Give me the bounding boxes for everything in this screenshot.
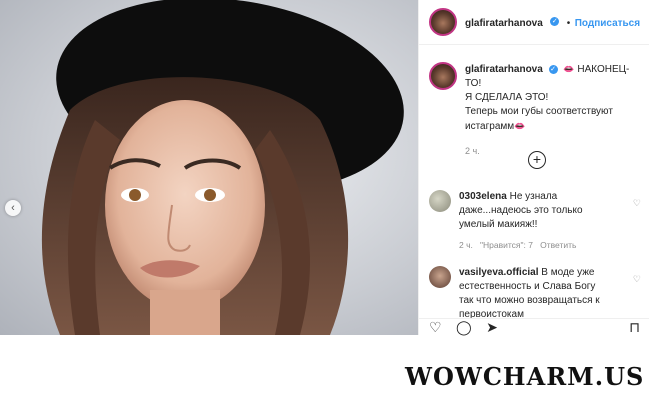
- comment-username[interactable]: vasilyeva.official: [459, 267, 539, 278]
- comment-like-icon[interactable]: ♡: [633, 274, 641, 285]
- comment-item: 0303elena Не узнала даже...надеюсь это т…: [429, 190, 641, 252]
- caption-username[interactable]: glafiratarhanova: [465, 64, 543, 75]
- load-more-comments-button[interactable]: +: [528, 151, 546, 169]
- comment-icon[interactable]: ◯: [456, 319, 472, 335]
- header-separator: •: [566, 18, 571, 29]
- post-header: glafiratarhanova ✓ • Подписаться: [419, 0, 649, 45]
- comment-meta: 2 ч. "Нравится": 7 Ответить: [459, 238, 619, 252]
- comment-text-line-1: Не узнала: [509, 191, 558, 202]
- comment-item: vasilyeva.official В моде уже естественн…: [429, 266, 641, 322]
- post-photo[interactable]: ‹: [0, 0, 418, 335]
- caption-avatar[interactable]: [429, 62, 457, 90]
- comment-text-line-3: умелый макияж!!: [459, 219, 538, 230]
- caption-time: 2 ч.: [465, 146, 480, 156]
- comment-text-line-1: В моде уже: [541, 267, 595, 278]
- post-side-panel: glafiratarhanova ✓ • Подписаться glafira…: [418, 0, 649, 335]
- header-username[interactable]: glafiratarhanova: [465, 18, 543, 29]
- avatar[interactable]: [429, 8, 457, 36]
- verified-icon: ✓: [548, 64, 558, 74]
- caption-line-2: Я СДЕЛАЛА ЭТО!: [465, 92, 549, 103]
- comment-text-line-3: так что можно возвращаться к: [459, 295, 600, 306]
- header-info: glafiratarhanova ✓ • Подписаться: [465, 13, 640, 31]
- comment-username[interactable]: 0303elena: [459, 191, 507, 202]
- comment-avatar[interactable]: [429, 190, 451, 212]
- comment-text-line-2: естественность и Слава Богу: [459, 281, 596, 292]
- caption-text: glafiratarhanova ✓ 👄 НАКОНЕЦ-ТО! Я СДЕЛА…: [465, 62, 644, 158]
- comment-body: vasilyeva.official В моде уже естественн…: [459, 266, 619, 322]
- bookmark-icon[interactable]: ⊓: [629, 319, 640, 335]
- post-actions-bar: ♡ ◯ ➤ ⊓: [419, 318, 649, 335]
- comment-likes[interactable]: "Нравится": 7: [480, 240, 533, 250]
- post-caption: glafiratarhanova ✓ 👄 НАКОНЕЦ-ТО! Я СДЕЛА…: [429, 62, 644, 158]
- comment-avatar[interactable]: [429, 266, 451, 288]
- caption-line-4: истаграмм: [465, 121, 515, 132]
- caption-line-3: Теперь мои губы соответствуют: [465, 106, 613, 117]
- portrait-image: [41, 0, 404, 335]
- site-watermark: WOWCHARM.US: [405, 362, 645, 391]
- carousel-prev-button[interactable]: ‹: [5, 200, 21, 216]
- share-icon[interactable]: ➤: [486, 319, 498, 335]
- comment-time: 2 ч.: [459, 240, 473, 250]
- comment-body: 0303elena Не узнала даже...надеюсь это т…: [459, 190, 619, 252]
- follow-button[interactable]: Подписаться: [575, 18, 640, 29]
- verified-icon: ✓: [550, 17, 560, 27]
- lips-icon: 👄: [563, 64, 575, 74]
- comment-like-icon[interactable]: ♡: [633, 198, 641, 209]
- comment-text-line-2: даже...надеюсь это только: [459, 205, 583, 216]
- lips-icon: 👄: [514, 121, 526, 131]
- heart-icon[interactable]: ♡: [429, 319, 442, 335]
- reply-button[interactable]: Ответить: [540, 240, 576, 250]
